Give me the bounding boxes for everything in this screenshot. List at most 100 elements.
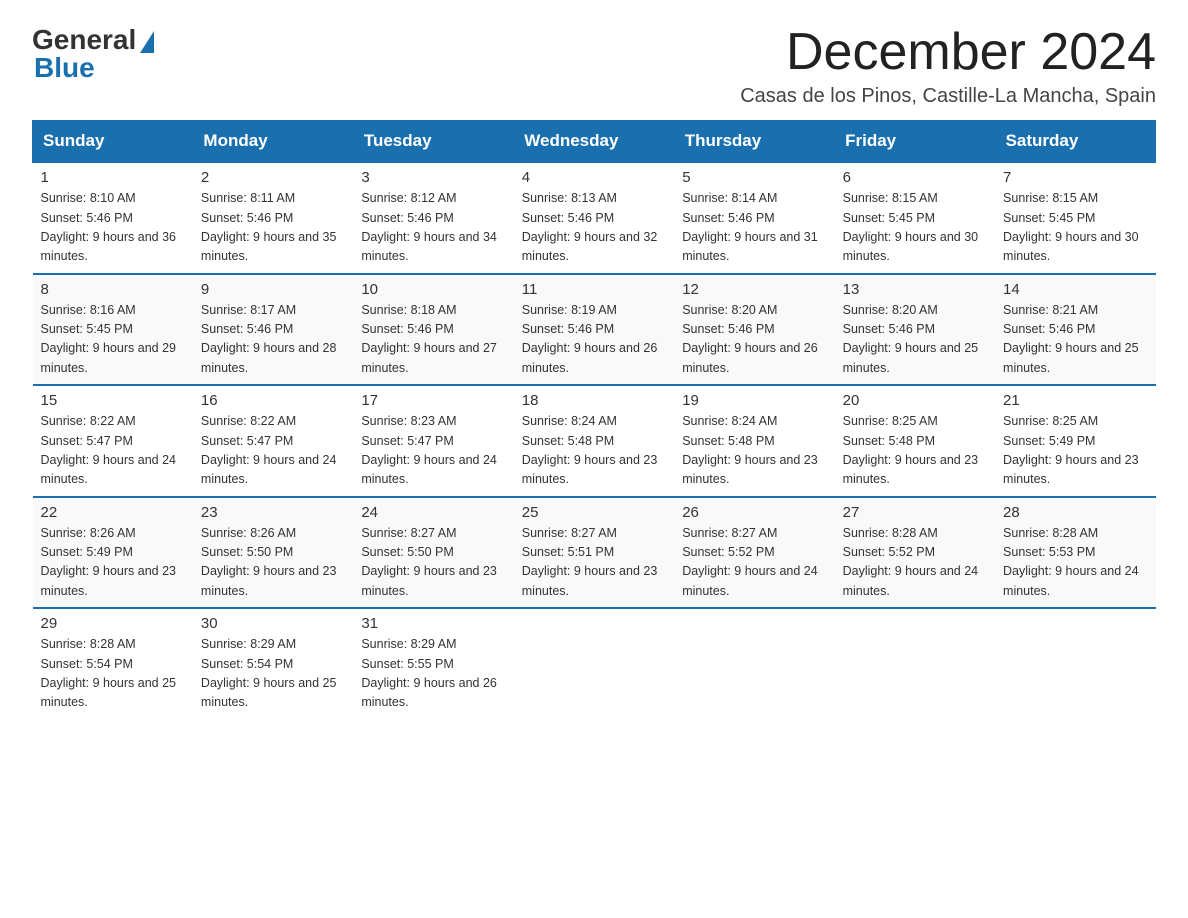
day-number: 31 bbox=[361, 615, 505, 632]
day-number: 1 bbox=[41, 169, 185, 186]
calendar-cell: 16 Sunrise: 8:22 AMSunset: 5:47 PMDaylig… bbox=[193, 385, 353, 497]
logo-blue-text: Blue bbox=[34, 52, 95, 84]
calendar-cell: 31 Sunrise: 8:29 AMSunset: 5:55 PMDaylig… bbox=[353, 608, 513, 719]
calendar-cell: 15 Sunrise: 8:22 AMSunset: 5:47 PMDaylig… bbox=[33, 385, 193, 497]
calendar-cell: 12 Sunrise: 8:20 AMSunset: 5:46 PMDaylig… bbox=[674, 274, 834, 386]
calendar-cell: 22 Sunrise: 8:26 AMSunset: 5:49 PMDaylig… bbox=[33, 497, 193, 609]
day-info: Sunrise: 8:24 AMSunset: 5:48 PMDaylight:… bbox=[522, 412, 666, 490]
weekday-header-wednesday: Wednesday bbox=[514, 121, 674, 163]
day-info: Sunrise: 8:13 AMSunset: 5:46 PMDaylight:… bbox=[522, 189, 666, 267]
location-title: Casas de los Pinos, Castille-La Mancha, … bbox=[740, 85, 1156, 108]
calendar-cell bbox=[674, 608, 834, 719]
calendar-cell: 9 Sunrise: 8:17 AMSunset: 5:46 PMDayligh… bbox=[193, 274, 353, 386]
day-info: Sunrise: 8:20 AMSunset: 5:46 PMDaylight:… bbox=[843, 301, 987, 379]
calendar-cell: 27 Sunrise: 8:28 AMSunset: 5:52 PMDaylig… bbox=[835, 497, 995, 609]
day-number: 25 bbox=[522, 504, 666, 521]
day-info: Sunrise: 8:15 AMSunset: 5:45 PMDaylight:… bbox=[1003, 189, 1147, 267]
logo-triangle-icon bbox=[140, 31, 154, 53]
calendar-cell: 28 Sunrise: 8:28 AMSunset: 5:53 PMDaylig… bbox=[995, 497, 1155, 609]
day-info: Sunrise: 8:22 AMSunset: 5:47 PMDaylight:… bbox=[41, 412, 185, 490]
day-number: 23 bbox=[201, 504, 345, 521]
weekday-header-friday: Friday bbox=[835, 121, 995, 163]
day-number: 10 bbox=[361, 281, 505, 298]
day-info: Sunrise: 8:28 AMSunset: 5:53 PMDaylight:… bbox=[1003, 524, 1147, 602]
calendar-week-row: 1 Sunrise: 8:10 AMSunset: 5:46 PMDayligh… bbox=[33, 162, 1156, 274]
day-info: Sunrise: 8:29 AMSunset: 5:55 PMDaylight:… bbox=[361, 635, 505, 713]
day-number: 16 bbox=[201, 392, 345, 409]
day-info: Sunrise: 8:23 AMSunset: 5:47 PMDaylight:… bbox=[361, 412, 505, 490]
calendar-cell: 20 Sunrise: 8:25 AMSunset: 5:48 PMDaylig… bbox=[835, 385, 995, 497]
day-info: Sunrise: 8:19 AMSunset: 5:46 PMDaylight:… bbox=[522, 301, 666, 379]
day-number: 22 bbox=[41, 504, 185, 521]
calendar-cell: 3 Sunrise: 8:12 AMSunset: 5:46 PMDayligh… bbox=[353, 162, 513, 274]
day-number: 17 bbox=[361, 392, 505, 409]
calendar-cell: 1 Sunrise: 8:10 AMSunset: 5:46 PMDayligh… bbox=[33, 162, 193, 274]
calendar-cell bbox=[995, 608, 1155, 719]
calendar-cell: 29 Sunrise: 8:28 AMSunset: 5:54 PMDaylig… bbox=[33, 608, 193, 719]
day-number: 4 bbox=[522, 169, 666, 186]
calendar-cell: 4 Sunrise: 8:13 AMSunset: 5:46 PMDayligh… bbox=[514, 162, 674, 274]
day-number: 8 bbox=[41, 281, 185, 298]
calendar-cell: 5 Sunrise: 8:14 AMSunset: 5:46 PMDayligh… bbox=[674, 162, 834, 274]
day-info: Sunrise: 8:26 AMSunset: 5:50 PMDaylight:… bbox=[201, 524, 345, 602]
weekday-header-thursday: Thursday bbox=[674, 121, 834, 163]
page-header: General Blue December 2024 Casas de los … bbox=[32, 24, 1156, 108]
calendar-cell: 14 Sunrise: 8:21 AMSunset: 5:46 PMDaylig… bbox=[995, 274, 1155, 386]
calendar-cell: 8 Sunrise: 8:16 AMSunset: 5:45 PMDayligh… bbox=[33, 274, 193, 386]
day-info: Sunrise: 8:16 AMSunset: 5:45 PMDaylight:… bbox=[41, 301, 185, 379]
day-number: 6 bbox=[843, 169, 987, 186]
calendar-week-row: 8 Sunrise: 8:16 AMSunset: 5:45 PMDayligh… bbox=[33, 274, 1156, 386]
day-info: Sunrise: 8:15 AMSunset: 5:45 PMDaylight:… bbox=[843, 189, 987, 267]
month-title: December 2024 bbox=[740, 24, 1156, 81]
calendar-week-row: 29 Sunrise: 8:28 AMSunset: 5:54 PMDaylig… bbox=[33, 608, 1156, 719]
calendar-week-row: 22 Sunrise: 8:26 AMSunset: 5:49 PMDaylig… bbox=[33, 497, 1156, 609]
day-info: Sunrise: 8:24 AMSunset: 5:48 PMDaylight:… bbox=[682, 412, 826, 490]
calendar-cell bbox=[514, 608, 674, 719]
day-number: 2 bbox=[201, 169, 345, 186]
calendar-week-row: 15 Sunrise: 8:22 AMSunset: 5:47 PMDaylig… bbox=[33, 385, 1156, 497]
day-info: Sunrise: 8:28 AMSunset: 5:52 PMDaylight:… bbox=[843, 524, 987, 602]
calendar-cell: 13 Sunrise: 8:20 AMSunset: 5:46 PMDaylig… bbox=[835, 274, 995, 386]
day-number: 15 bbox=[41, 392, 185, 409]
day-info: Sunrise: 8:27 AMSunset: 5:52 PMDaylight:… bbox=[682, 524, 826, 602]
calendar-cell: 26 Sunrise: 8:27 AMSunset: 5:52 PMDaylig… bbox=[674, 497, 834, 609]
day-number: 26 bbox=[682, 504, 826, 521]
day-number: 21 bbox=[1003, 392, 1147, 409]
calendar-cell: 10 Sunrise: 8:18 AMSunset: 5:46 PMDaylig… bbox=[353, 274, 513, 386]
day-number: 9 bbox=[201, 281, 345, 298]
day-info: Sunrise: 8:28 AMSunset: 5:54 PMDaylight:… bbox=[41, 635, 185, 713]
calendar-header-row: SundayMondayTuesdayWednesdayThursdayFrid… bbox=[33, 121, 1156, 163]
calendar-cell: 6 Sunrise: 8:15 AMSunset: 5:45 PMDayligh… bbox=[835, 162, 995, 274]
day-info: Sunrise: 8:17 AMSunset: 5:46 PMDaylight:… bbox=[201, 301, 345, 379]
calendar-cell: 2 Sunrise: 8:11 AMSunset: 5:46 PMDayligh… bbox=[193, 162, 353, 274]
calendar-cell: 7 Sunrise: 8:15 AMSunset: 5:45 PMDayligh… bbox=[995, 162, 1155, 274]
day-number: 28 bbox=[1003, 504, 1147, 521]
day-number: 13 bbox=[843, 281, 987, 298]
day-number: 19 bbox=[682, 392, 826, 409]
day-info: Sunrise: 8:12 AMSunset: 5:46 PMDaylight:… bbox=[361, 189, 505, 267]
day-info: Sunrise: 8:27 AMSunset: 5:51 PMDaylight:… bbox=[522, 524, 666, 602]
day-number: 24 bbox=[361, 504, 505, 521]
day-info: Sunrise: 8:26 AMSunset: 5:49 PMDaylight:… bbox=[41, 524, 185, 602]
day-number: 7 bbox=[1003, 169, 1147, 186]
day-info: Sunrise: 8:25 AMSunset: 5:48 PMDaylight:… bbox=[843, 412, 987, 490]
day-number: 30 bbox=[201, 615, 345, 632]
day-number: 12 bbox=[682, 281, 826, 298]
calendar-cell: 18 Sunrise: 8:24 AMSunset: 5:48 PMDaylig… bbox=[514, 385, 674, 497]
weekday-header-tuesday: Tuesday bbox=[353, 121, 513, 163]
calendar-cell: 30 Sunrise: 8:29 AMSunset: 5:54 PMDaylig… bbox=[193, 608, 353, 719]
day-info: Sunrise: 8:27 AMSunset: 5:50 PMDaylight:… bbox=[361, 524, 505, 602]
day-info: Sunrise: 8:29 AMSunset: 5:54 PMDaylight:… bbox=[201, 635, 345, 713]
day-info: Sunrise: 8:20 AMSunset: 5:46 PMDaylight:… bbox=[682, 301, 826, 379]
calendar-cell: 17 Sunrise: 8:23 AMSunset: 5:47 PMDaylig… bbox=[353, 385, 513, 497]
calendar-table: SundayMondayTuesdayWednesdayThursdayFrid… bbox=[32, 120, 1156, 719]
day-info: Sunrise: 8:10 AMSunset: 5:46 PMDaylight:… bbox=[41, 189, 185, 267]
day-info: Sunrise: 8:25 AMSunset: 5:49 PMDaylight:… bbox=[1003, 412, 1147, 490]
day-number: 20 bbox=[843, 392, 987, 409]
title-block: December 2024 Casas de los Pinos, Castil… bbox=[740, 24, 1156, 108]
weekday-header-saturday: Saturday bbox=[995, 121, 1155, 163]
calendar-cell: 21 Sunrise: 8:25 AMSunset: 5:49 PMDaylig… bbox=[995, 385, 1155, 497]
day-info: Sunrise: 8:14 AMSunset: 5:46 PMDaylight:… bbox=[682, 189, 826, 267]
day-info: Sunrise: 8:22 AMSunset: 5:47 PMDaylight:… bbox=[201, 412, 345, 490]
day-number: 29 bbox=[41, 615, 185, 632]
